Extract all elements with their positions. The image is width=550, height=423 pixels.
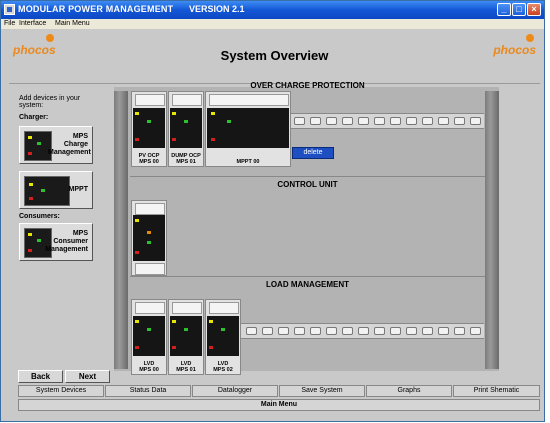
din-rail-bottom [224,323,484,339]
control-unit-section-title: CONTROL UNIT [277,180,338,189]
menu-file[interactable]: File [4,20,15,27]
page-header: phocos System Overview phocos [9,31,540,84]
tab-save-system[interactable]: Save System [279,385,365,397]
tab-datalogger[interactable]: Datalogger [192,385,278,397]
charger-label: Charger: [19,114,49,121]
mppt-device-icon [24,176,70,206]
module-label-line2: MPS 00 [139,159,159,165]
delete-menu-item[interactable]: delete [292,147,334,159]
module-label-line1: MPPT 00 [236,159,260,165]
module-mppt[interactable]: MPPT 00 [205,91,291,167]
device-label: MPS Consumer Management [45,230,88,253]
device-label: MPS Charge Management [48,133,91,156]
next-button[interactable]: Next [65,370,110,383]
add-mppt-button[interactable]: MPPT [19,171,93,209]
add-mps-consumer-button[interactable]: MPS Consumer Management [19,223,93,261]
phocos-logo-right: phocos [493,34,536,57]
over-charge-section-title: OVER CHARGE PROTECTION [250,81,365,90]
menu-bar: File Interface Main Menu [1,19,544,29]
module-lvd-00[interactable]: LVD MPS 00 [131,299,167,375]
module-label-line2: MPS 02 [213,367,233,373]
bottom-tabs: System Devices Status Data Datalogger Sa… [18,385,540,398]
module-pv-ocp[interactable]: PV OCP MPS 00 [131,91,167,167]
module-label-line2: MPS 00 [139,367,159,373]
page-title: System Overview [220,48,329,63]
close-button[interactable]: × [527,3,541,16]
maximize-button[interactable]: □ [512,3,526,16]
app-icon [4,4,15,15]
rack-rail-left [114,91,128,369]
module-control-unit[interactable] [131,200,167,276]
module-lvd-02[interactable]: LVD MPS 02 [205,299,241,375]
main-menu-button[interactable]: Main Menu [18,399,540,411]
title-bar[interactable]: MODULAR POWER MANAGEMENT VERSION 2.1 _ □… [1,1,544,19]
device-label: MPPT [68,186,88,193]
section-divider [130,276,485,277]
tab-graphs[interactable]: Graphs [366,385,452,397]
module-label-line2: MPS 01 [176,367,196,373]
module-dump-ocp[interactable]: DUMP OCP MPS 01 [168,91,204,167]
system-rack: OVER CHARGE PROTECTION PV OCP MPS 00 DUMP… [114,81,499,375]
module-label-line2: MPS 01 [176,159,196,165]
section-divider [130,176,485,177]
app-title: MODULAR POWER MANAGEMENT [18,4,174,14]
tab-status-data[interactable]: Status Data [105,385,191,397]
menu-main-menu[interactable]: Main Menu [55,20,90,27]
tab-system-devices[interactable]: System Devices [18,385,104,397]
sidebar-intro: Add devices in your system: [19,95,81,109]
rack-rail-right [485,91,499,369]
back-button[interactable]: Back [18,370,63,383]
tab-print-schematic[interactable]: Print Shematic [453,385,540,397]
consumers-label: Consumers: [19,213,60,220]
add-mps-charge-button[interactable]: MPS Charge Management [19,126,93,164]
app-window: MODULAR POWER MANAGEMENT VERSION 2.1 _ □… [0,0,545,422]
load-management-section-title: LOAD MANAGEMENT [265,280,350,289]
menu-interface[interactable]: Interface [19,20,46,27]
module-lvd-01[interactable]: LVD MPS 01 [168,299,204,375]
minimize-button[interactable]: _ [497,3,511,16]
app-version: VERSION 2.1 [189,4,245,14]
